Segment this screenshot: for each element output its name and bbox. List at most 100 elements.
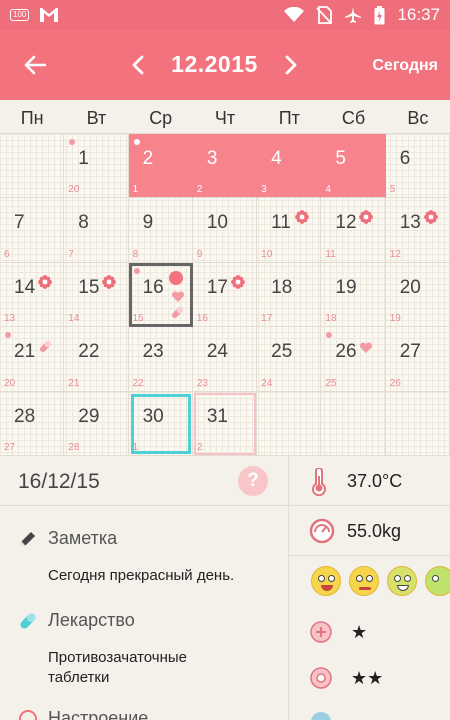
calendar-day-cell[interactable]: 24 23 bbox=[192, 327, 258, 392]
calendar-empty-cell bbox=[385, 391, 450, 456]
note-text: Сегодня прекрасный день. bbox=[48, 567, 235, 584]
cycle-day-number: 18 bbox=[325, 313, 337, 325]
next-month-button[interactable] bbox=[277, 50, 305, 80]
calendar-day-cell[interactable]: 18 17 bbox=[257, 262, 322, 328]
temperature-row[interactable]: 37.0°C bbox=[289, 456, 450, 506]
calendar-day-cell[interactable]: 28 27 bbox=[0, 391, 65, 456]
weekday-label: Ср bbox=[149, 108, 173, 128]
day-number: 3 bbox=[206, 148, 218, 169]
day-number: 1 bbox=[78, 148, 89, 169]
calendar-day-cell[interactable]: 12 11 bbox=[321, 198, 386, 263]
help-button[interactable]: ? bbox=[238, 466, 268, 496]
today-button[interactable]: Сегодня bbox=[372, 57, 438, 75]
calendar-day-cell[interactable]: 27 26 bbox=[385, 327, 450, 392]
pencil-icon bbox=[21, 531, 35, 546]
calendar-day-cell[interactable]: 1 20 bbox=[64, 134, 129, 199]
intercourse-icon bbox=[168, 270, 183, 285]
calendar-day-cell[interactable]: 43 bbox=[257, 134, 322, 199]
fertile-flower-icon bbox=[359, 210, 374, 225]
mood-emoji-icon[interactable] bbox=[311, 566, 341, 596]
day-number: 28 bbox=[14, 405, 36, 427]
cycle-day-number: 15 bbox=[132, 313, 144, 325]
calendar-day-cell[interactable]: 65 bbox=[385, 134, 450, 199]
note-dot-icon bbox=[5, 332, 11, 339]
cycle-day-number: 24 bbox=[261, 377, 273, 389]
calendar-day-cell[interactable]: 54 bbox=[321, 134, 386, 199]
calendar-day-cell[interactable]: 11 10 bbox=[257, 198, 322, 263]
fertile-flower-icon bbox=[423, 210, 438, 225]
back-button[interactable] bbox=[18, 48, 52, 82]
calendar-day-cell[interactable]: 15 14 bbox=[64, 262, 129, 328]
medicine-text-line2: таблетки bbox=[48, 669, 110, 686]
selected-date-row: 16/12/15 ? bbox=[0, 456, 288, 506]
cycle-day-number: 11 bbox=[325, 248, 336, 260]
weight-row[interactable]: 55.0kg bbox=[289, 506, 450, 556]
extra-row[interactable] bbox=[289, 704, 450, 720]
cycle-day-number: 2 bbox=[196, 442, 203, 453]
calendar-day-cell[interactable]: 25 24 bbox=[257, 327, 322, 392]
calendar-day-cell[interactable]: 98 bbox=[128, 198, 193, 263]
calendar-day-cell[interactable]: 16 15 bbox=[128, 262, 193, 328]
calendar-day-cell[interactable]: 29 28 bbox=[64, 391, 129, 456]
weekday-header: Пн Вт Ср Чт Пт Сб Вс bbox=[0, 100, 450, 134]
note-row[interactable]: Заметка bbox=[18, 528, 117, 549]
mood-emoji-icon[interactable] bbox=[387, 566, 417, 596]
calendar-empty-cell bbox=[321, 391, 386, 456]
calendar-day-cell[interactable]: 10 9 bbox=[192, 198, 258, 263]
mood-emoji-icon[interactable] bbox=[425, 566, 450, 596]
day-number: 8 bbox=[78, 212, 89, 234]
calendar-day-cell[interactable]: 23 22 bbox=[128, 327, 193, 392]
calendar-day-cell[interactable]: 30 1 bbox=[128, 391, 193, 456]
day-number: 23 bbox=[142, 341, 164, 363]
note-dot-icon bbox=[133, 267, 140, 274]
calendar-day-cell[interactable]: 22 21 bbox=[64, 327, 129, 392]
cycle-day-number: 9 bbox=[196, 248, 203, 260]
calendar-grid: 1 20 2 1 3 2 4 3 5 4 6 5 7 6 8 7 9 8 10 9 11 10 12 11 13 12 14 13 15… bbox=[0, 134, 450, 456]
sex-row[interactable]: ★ bbox=[289, 610, 450, 654]
weekday-label: Вт bbox=[86, 108, 107, 128]
metrics-panel: 37.0°C 55.0kg ★ ★★ bbox=[289, 456, 450, 720]
ovulation-row[interactable]: ★★ bbox=[289, 656, 450, 700]
medicine-row[interactable]: Лекарство bbox=[18, 610, 135, 631]
fertile-flower-icon bbox=[295, 210, 310, 225]
cycle-day-number: 1 bbox=[132, 442, 139, 453]
arrow-left-icon bbox=[24, 55, 46, 75]
calendar-day-cell[interactable]: 17 16 bbox=[192, 262, 258, 328]
weekday-label: Пт bbox=[278, 108, 300, 128]
cycle-day-number: 13 bbox=[4, 313, 16, 325]
calendar-day-cell[interactable]: 21 20 bbox=[0, 327, 65, 392]
mood-row[interactable]: Настроение bbox=[18, 708, 148, 720]
cycle-day-number: 20 bbox=[4, 377, 16, 389]
calendar-day-cell[interactable]: 31 2 bbox=[192, 391, 258, 456]
calendar-day-cell[interactable]: 14 13 bbox=[0, 262, 65, 328]
cycle-day-number: 22 bbox=[132, 377, 144, 389]
day-number: 24 bbox=[206, 341, 228, 363]
day-number: 12 bbox=[335, 212, 357, 234]
calendar-day-cell[interactable]: 32 bbox=[192, 134, 258, 199]
cycle-day-number: 1 bbox=[132, 184, 139, 196]
ovulation-test-icon bbox=[310, 667, 332, 689]
current-month-title[interactable]: 12.2015 bbox=[152, 51, 277, 78]
calendar-day-cell[interactable]: 21 bbox=[128, 134, 193, 199]
calendar-day-cell[interactable]: 26 25 bbox=[321, 327, 386, 392]
cycle-day-number: 3 bbox=[261, 184, 267, 196]
weekday-label: Сб bbox=[341, 108, 366, 128]
mood-emoji-row[interactable] bbox=[289, 556, 450, 606]
calendar-day-cell[interactable]: 87 bbox=[64, 198, 129, 263]
wifi-icon bbox=[284, 7, 305, 22]
status-bar: 100 16:37 bbox=[0, 0, 450, 30]
mood-emoji-icon[interactable] bbox=[349, 566, 379, 596]
day-number: 20 bbox=[399, 276, 421, 298]
weight-value: 55.0kg bbox=[347, 521, 402, 541]
calendar-day-cell[interactable]: 20 19 bbox=[385, 262, 450, 328]
calendar-day-cell[interactable]: 19 18 bbox=[321, 262, 386, 328]
cycle-day-number: 26 bbox=[389, 377, 401, 389]
app-bar: 12.2015 Сегодня bbox=[0, 30, 450, 100]
previous-month-button[interactable] bbox=[124, 50, 152, 80]
calendar-day-cell[interactable]: 13 12 bbox=[385, 198, 450, 263]
calendar-empty-cell bbox=[0, 134, 65, 199]
cycle-day-number: 20 bbox=[68, 184, 80, 196]
sex-icon bbox=[310, 621, 332, 643]
calendar-day-cell[interactable]: 76 bbox=[0, 198, 65, 263]
water-drop-icon bbox=[311, 712, 331, 720]
